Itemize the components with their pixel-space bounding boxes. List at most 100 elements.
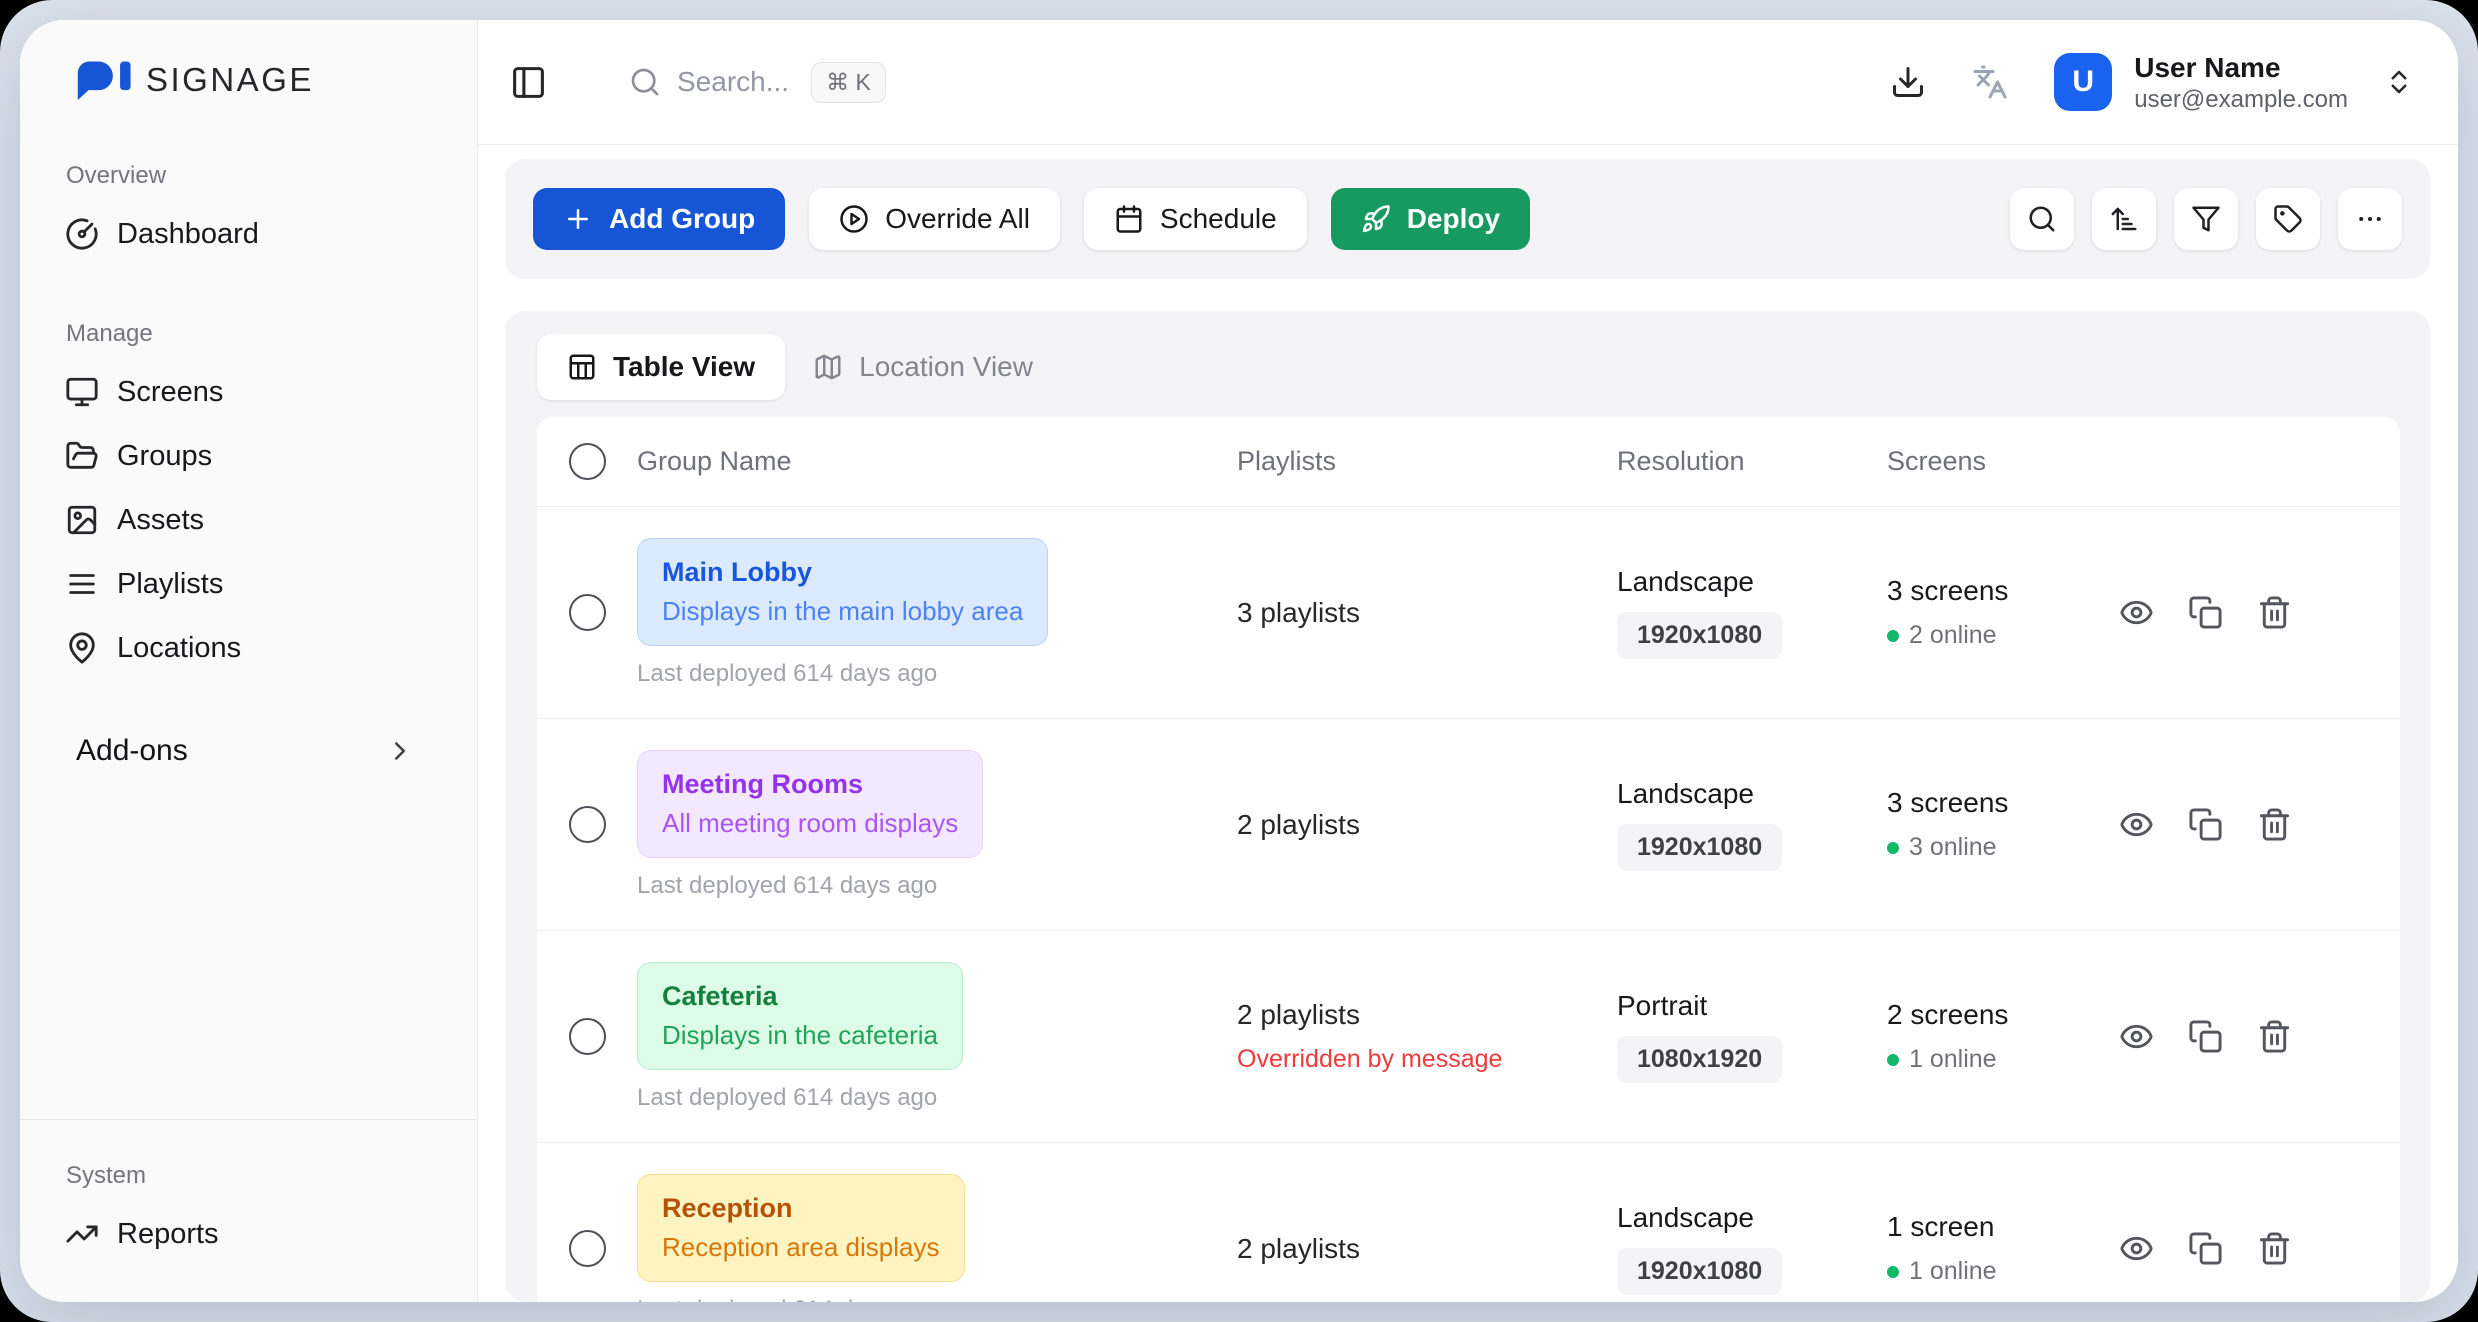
schedule-button[interactable]: Schedule: [1084, 188, 1307, 250]
sidebar-spacer: [20, 782, 477, 1119]
delete-group-button[interactable]: [2257, 595, 2292, 630]
filter-button[interactable]: [2174, 188, 2238, 250]
trash-icon: [2257, 1231, 2292, 1266]
view-group-button[interactable]: [2119, 1231, 2154, 1266]
toolbar-icon-group: [2010, 188, 2402, 250]
row-checkbox[interactable]: [569, 594, 606, 631]
select-all-checkbox[interactable]: [569, 443, 606, 480]
sidebar-item-add-ons[interactable]: Add-ons: [46, 720, 451, 782]
override-all-button[interactable]: Override All: [809, 188, 1060, 250]
delete-group-button[interactable]: [2257, 807, 2292, 842]
group-description: Reception area displays: [662, 1232, 940, 1263]
row-actions: [2097, 595, 2400, 630]
eye-icon: [2119, 807, 2154, 842]
more-options-button[interactable]: [2338, 188, 2402, 250]
user-menu[interactable]: U User Name user@example.com: [2054, 50, 2414, 115]
sort-button[interactable]: [2092, 188, 2156, 250]
online-count: 1 online: [1909, 1045, 1997, 1074]
duplicate-group-button[interactable]: [2188, 595, 2223, 630]
language-button[interactable]: [1972, 64, 2008, 100]
search-placeholder: Search...: [677, 66, 789, 98]
orientation: Portrait: [1617, 990, 1887, 1022]
sidebar-toggle-button[interactable]: [510, 64, 547, 101]
eye-icon: [2119, 595, 2154, 630]
view-group-button[interactable]: [2119, 1019, 2154, 1054]
group-cell: Reception Reception area displays Last d…: [637, 1174, 1237, 1303]
sidebar-item-reports[interactable]: Reports: [46, 1202, 451, 1266]
screens-cell: 1 screen 1 online: [1887, 1211, 2097, 1286]
group-actions-toolbar: Add Group Override All Schedule Deploy: [505, 159, 2430, 279]
group-card[interactable]: Reception Reception area displays: [637, 1174, 965, 1282]
sidebar-item-assets[interactable]: Assets: [46, 488, 451, 552]
download-button[interactable]: [1890, 64, 1926, 100]
sidebar-item-locations[interactable]: Locations: [46, 616, 451, 680]
pisignage-logo-icon: [76, 60, 138, 100]
gauge-icon: [65, 217, 99, 251]
sidebar-item-groups[interactable]: Groups: [46, 424, 451, 488]
sidebar-item-screens[interactable]: Screens: [46, 360, 451, 424]
add-group-button[interactable]: Add Group: [533, 188, 785, 250]
sort-ascending-icon: [2109, 204, 2139, 234]
topbar: Search... ⌘ K U User Name user@example.c…: [478, 20, 2458, 145]
table-icon: [567, 352, 597, 382]
header-group-name: Group Name: [637, 446, 1237, 477]
online-dot: [1887, 1054, 1899, 1066]
delete-group-button[interactable]: [2257, 1231, 2292, 1266]
search-icon: [2027, 204, 2057, 234]
filter-icon: [2191, 204, 2221, 234]
sidebar-item-playlists[interactable]: Playlists: [46, 552, 451, 616]
copy-icon: [2188, 807, 2223, 842]
deploy-button[interactable]: Deploy: [1331, 188, 1530, 250]
orientation: Landscape: [1617, 1202, 1887, 1234]
global-search[interactable]: Search... ⌘ K: [629, 62, 886, 103]
trash-icon: [2257, 1019, 2292, 1054]
group-card[interactable]: Meeting Rooms All meeting room displays: [637, 750, 983, 858]
resolution-badge: 1080x1920: [1617, 1036, 1782, 1083]
trending-up-icon: [65, 1217, 99, 1251]
sidebar-item-dashboard[interactable]: Dashboard: [46, 202, 451, 266]
row-checkbox[interactable]: [569, 1018, 606, 1055]
groups-section: Table View Location View Group Name Play…: [505, 311, 2430, 1302]
list-icon: [65, 567, 99, 601]
tags-button[interactable]: [2256, 188, 2320, 250]
table-row: Cafeteria Displays in the cafeteria Last…: [537, 931, 2400, 1143]
main-area: Search... ⌘ K U User Name user@example.c…: [478, 20, 2458, 1302]
playlists-count: 2 playlists: [1237, 809, 1360, 840]
play-circle-icon: [839, 204, 869, 234]
tab-location-view[interactable]: Location View: [813, 334, 1033, 400]
map-icon: [813, 352, 843, 382]
duplicate-group-button[interactable]: [2188, 1231, 2223, 1266]
view-group-button[interactable]: [2119, 807, 2154, 842]
playlists-count: 2 playlists: [1237, 999, 1360, 1030]
view-group-button[interactable]: [2119, 595, 2154, 630]
row-checkbox[interactable]: [569, 806, 606, 843]
group-card[interactable]: Main Lobby Displays in the main lobby ar…: [637, 538, 1048, 646]
last-deployed: Last deployed 614 days ago: [637, 660, 1237, 688]
online-dot: [1887, 1266, 1899, 1278]
eye-icon: [2119, 1231, 2154, 1266]
tab-table-view[interactable]: Table View: [537, 334, 785, 400]
screens-count: 3 screens: [1887, 575, 2097, 607]
group-card[interactable]: Cafeteria Displays in the cafeteria: [637, 962, 963, 1070]
duplicate-group-button[interactable]: [2188, 807, 2223, 842]
row-checkbox[interactable]: [569, 1230, 606, 1267]
resolution-cell: Landscape 1920x1080: [1617, 778, 1887, 871]
table-header-row: Group Name Playlists Resolution Screens: [537, 417, 2400, 507]
duplicate-group-button[interactable]: [2188, 1019, 2223, 1054]
group-name: Main Lobby: [662, 557, 1023, 588]
trash-icon: [2257, 595, 2292, 630]
chevron-right-icon: [385, 736, 415, 766]
search-groups-button[interactable]: [2010, 188, 2074, 250]
resolution-badge: 1920x1080: [1617, 612, 1782, 659]
copy-icon: [2188, 595, 2223, 630]
playlists-count: 2 playlists: [1237, 1233, 1360, 1264]
tab-label: Table View: [613, 351, 755, 383]
user-info: User Name user@example.com: [2134, 50, 2348, 115]
search-icon: [629, 66, 661, 98]
ellipsis-icon: [2355, 204, 2385, 234]
delete-group-button[interactable]: [2257, 1019, 2292, 1054]
resolution-badge: 1920x1080: [1617, 824, 1782, 871]
orientation: Landscape: [1617, 566, 1887, 598]
folder-open-icon: [65, 439, 99, 473]
group-cell: Main Lobby Displays in the main lobby ar…: [637, 538, 1237, 688]
